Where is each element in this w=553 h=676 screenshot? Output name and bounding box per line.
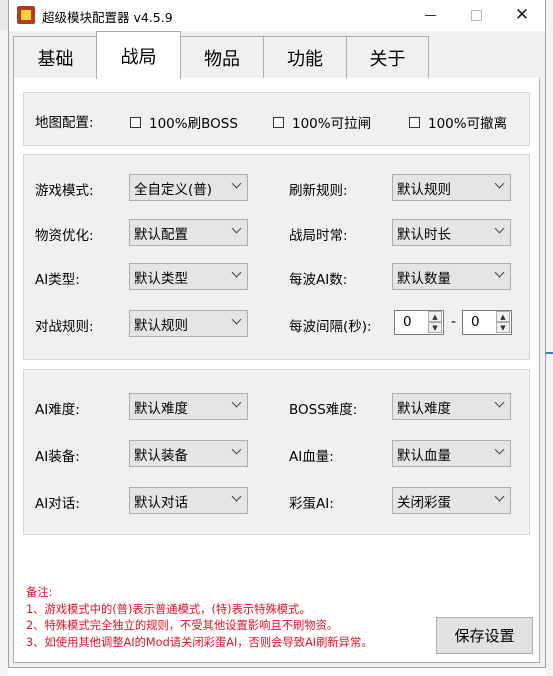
notes-title: 备注: [26, 586, 53, 599]
wave-interval-min-stepper[interactable]: 0 ▲ ▼ [394, 310, 444, 335]
checkbox-extract[interactable]: 100%可撤离 [409, 112, 507, 132]
ai-per-wave-select[interactable]: 默认数量 [392, 263, 511, 290]
boss-difficulty-select[interactable]: 默认难度 [392, 393, 511, 420]
checkbox-box[interactable] [409, 116, 420, 128]
tab-items[interactable]: 物品 [180, 36, 264, 78]
checkbox-box[interactable] [273, 116, 284, 128]
wave-interval-max-stepper[interactable]: 0 ▲ ▼ [462, 310, 512, 335]
boss-difficulty-label: BOSS难度: [289, 402, 358, 418]
easter-egg-label: 彩蛋AI: [289, 496, 334, 512]
ai-health-label: AI血量: [289, 449, 334, 465]
note-line: 3、如使用其他调整AI的Mod请关闭彩蛋AI，否则会导致AI刷新异常。 [26, 635, 373, 649]
refresh-rule-select[interactable]: 默认规则 [392, 174, 511, 201]
tab-features[interactable]: 功能 [263, 36, 347, 78]
ai-gear-select[interactable]: 默认装备 [129, 440, 248, 467]
note-line: 2、特殊模式完全独立的规则，不受其他设置影响且不刷物资。 [26, 619, 339, 632]
save-settings-button[interactable]: 保存设置 [436, 617, 533, 654]
title-bar[interactable]: 超级模块配置器 v4.5.9 ✕ [9, 0, 545, 31]
chevron-down-icon [233, 316, 241, 324]
tab-about[interactable]: 关于 [346, 36, 429, 78]
refresh-rule-label: 刷新规则: [289, 183, 348, 199]
chevron-down-icon [233, 269, 241, 277]
chevron-down-icon [233, 446, 241, 454]
chevron-down-icon [496, 493, 504, 501]
chevron-down-icon [496, 225, 504, 233]
ai-gear-label: AI装备: [35, 449, 80, 465]
stepper-down-icon[interactable]: ▼ [428, 322, 442, 333]
window-title: 超级模块配置器 v4.5.9 [42, 10, 173, 25]
game-mode-label: 游戏模式: [35, 183, 94, 199]
chevron-down-icon [496, 446, 504, 454]
close-button[interactable]: ✕ [499, 0, 545, 31]
ai-difficulty-select[interactable]: 默认难度 [129, 393, 248, 420]
ai-dialog-label: AI对话: [35, 496, 80, 512]
minimize-icon [424, 15, 436, 16]
match-duration-label: 战局时常: [289, 228, 348, 244]
chevron-down-icon [496, 180, 504, 188]
ai-settings-group: AI难度: 默认难度 BOSS难度: 默认难度 AI装备: 默认装备 AI血量:… [23, 369, 530, 535]
ai-type-label: AI类型: [35, 272, 80, 288]
background-window-right [546, 0, 553, 676]
maximize-icon [470, 10, 482, 21]
ai-health-select[interactable]: 默认血量 [392, 440, 511, 467]
minimize-button[interactable] [407, 0, 453, 31]
chevron-down-icon [233, 225, 241, 233]
ai-dialog-select[interactable]: 默认对话 [129, 487, 248, 514]
wave-interval-label: 每波间隔(秒): [289, 319, 372, 335]
close-icon: ✕ [514, 5, 530, 25]
stepper-up-icon[interactable]: ▲ [428, 311, 442, 322]
notes-block: 备注: 1、游戏模式中的(普)表示普通模式，(特)表示特殊模式。 2、特殊模式完… [26, 585, 373, 651]
checkbox-boss[interactable]: 100%刷BOSS [130, 112, 238, 132]
combat-rule-label: 对战规则: [35, 319, 94, 335]
easter-egg-select[interactable]: 关闭彩蛋 [392, 487, 511, 514]
checkbox-box[interactable] [130, 116, 141, 128]
interval-separator: - [451, 314, 457, 330]
tab-basic[interactable]: 基础 [13, 36, 98, 78]
chevron-down-icon [233, 180, 241, 188]
chevron-down-icon [496, 269, 504, 277]
maximize-button[interactable] [453, 0, 499, 31]
app-icon [17, 6, 35, 24]
tab-panel-match: 地图配置: 100%刷BOSS 100%可拉闸 100%可撤离 游戏模式: 全自… [13, 78, 540, 663]
tab-match[interactable]: 战局 [96, 31, 181, 79]
background-window-left [0, 0, 8, 676]
game-settings-group: 游戏模式: 全自定义(普) 刷新规则: 默认规则 物资优化: 默认配置 战局时常… [23, 154, 530, 360]
supply-opt-label: 物资优化: [35, 228, 94, 244]
stepper-up-icon[interactable]: ▲ [496, 311, 510, 322]
ai-difficulty-label: AI难度: [35, 402, 80, 418]
stepper-down-icon[interactable]: ▼ [496, 322, 510, 333]
checkbox-switch[interactable]: 100%可拉闸 [273, 112, 371, 132]
note-line: 1、游戏模式中的(普)表示普通模式，(特)表示特殊模式。 [26, 602, 311, 616]
combat-rule-select[interactable]: 默认规则 [129, 310, 248, 337]
ai-type-select[interactable]: 默认类型 [129, 263, 248, 290]
tab-bar: 基础 战局 物品 功能 关于 [9, 31, 545, 80]
map-config-group: 地图配置: 100%刷BOSS 100%可拉闸 100%可撤离 [23, 92, 530, 146]
chevron-down-icon [233, 493, 241, 501]
game-mode-select[interactable]: 全自定义(普) [129, 174, 248, 201]
chevron-down-icon [233, 399, 241, 407]
match-duration-select[interactable]: 默认时长 [392, 219, 511, 246]
supply-opt-select[interactable]: 默认配置 [129, 219, 248, 246]
map-config-label: 地图配置: [35, 115, 94, 131]
chevron-down-icon [496, 399, 504, 407]
config-window: 超级模块配置器 v4.5.9 ✕ 基础 战局 物品 功能 关于 地图配置: 10… [8, 0, 546, 668]
ai-per-wave-label: 每波AI数: [289, 272, 348, 288]
